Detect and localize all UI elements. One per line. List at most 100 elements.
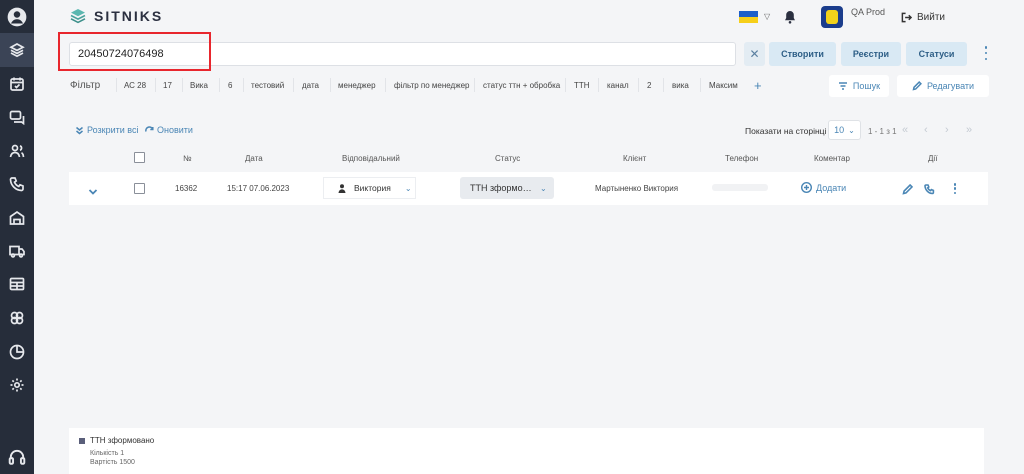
highlight-annotation (58, 32, 211, 71)
filter-chip[interactable]: вика (672, 81, 689, 90)
summary-panel (69, 428, 984, 474)
company-avatar[interactable] (821, 6, 843, 28)
statuses-button[interactable]: Статуси (906, 42, 967, 66)
call-icon[interactable] (924, 182, 935, 200)
clear-search-button[interactable]: ✕ (744, 42, 765, 66)
logout-button[interactable]: Вийти (901, 12, 945, 23)
filter-chip[interactable]: фільтр по менеджер (394, 81, 469, 90)
status-color-swatch (79, 437, 85, 444)
divider (219, 78, 220, 92)
filter-search-label: Пошук (852, 81, 881, 91)
responsible-name: Виктория (354, 183, 391, 193)
add-comment-button[interactable]: Додати (801, 182, 846, 193)
refresh-icon (145, 125, 154, 132)
expand-all-button[interactable]: Розкрити всі (75, 125, 138, 135)
divider (293, 78, 294, 92)
per-page-label: Показати на сторінці (745, 126, 827, 136)
filter-lines-icon (838, 82, 847, 90)
divider (243, 78, 244, 92)
row-checkbox[interactable] (134, 183, 145, 194)
refresh-label: Оновити (157, 125, 193, 135)
calendar-icon[interactable] (0, 67, 34, 101)
summary-status-label: ТТН зформовано (90, 436, 155, 445)
create-button[interactable]: Створити (769, 42, 836, 66)
profile-icon[interactable] (0, 0, 34, 34)
row-more-icon[interactable] (952, 183, 958, 194)
prev-page-icon[interactable]: ‹ (924, 124, 928, 136)
divider (638, 78, 639, 92)
phone-icon[interactable] (0, 167, 34, 201)
summary-status: ТТН зформовано (79, 436, 154, 445)
circles-icon[interactable] (0, 301, 34, 335)
bell-icon[interactable] (784, 10, 796, 24)
logout-icon (901, 12, 912, 23)
filter-search-button[interactable]: Пошук (829, 75, 889, 97)
per-page-value: 10 (834, 125, 845, 135)
filter-chip[interactable]: АС 28 (124, 81, 146, 90)
filter-chip[interactable]: 17 (163, 81, 172, 90)
client-name[interactable]: Мартыненко Виктория (595, 184, 678, 193)
person-icon (338, 183, 346, 193)
truck-icon[interactable] (0, 234, 34, 268)
summary-count: Кількість 1 (90, 450, 125, 457)
filter-chip[interactable]: дата (302, 81, 319, 90)
divider (330, 78, 331, 92)
column-header-client: Клієнт (623, 154, 647, 163)
filter-chip[interactable]: 6 (228, 81, 232, 90)
filter-edit-button[interactable]: Редагувати (897, 75, 989, 97)
settings-icon[interactable] (0, 368, 34, 402)
add-filter-icon[interactable]: + (754, 78, 762, 93)
headset-icon[interactable] (0, 440, 34, 474)
divider (155, 78, 156, 92)
layers-icon[interactable] (0, 33, 34, 67)
divider (565, 78, 566, 92)
divider (182, 78, 183, 92)
double-chevron-down-icon (76, 126, 83, 134)
status-select[interactable]: ТТН зформовано ⌄ (460, 177, 554, 199)
divider (700, 78, 701, 92)
filter-chip[interactable]: Вика (190, 81, 208, 90)
next-page-icon[interactable]: › (945, 124, 949, 136)
filter-chip[interactable]: статус ттн + обробка (483, 81, 560, 90)
plus-circle-icon (801, 182, 812, 193)
language-flag-icon[interactable] (739, 11, 758, 23)
warehouse-icon[interactable] (0, 201, 34, 235)
expand-row-icon[interactable] (88, 183, 98, 201)
logo-text: SITNIKS (94, 8, 164, 24)
page-range: 1 - 1 з 1 (868, 127, 897, 136)
select-all-checkbox[interactable] (134, 152, 145, 163)
chevron-down-icon[interactable]: ▽ (764, 12, 770, 21)
column-header-number: № (183, 154, 192, 163)
logo[interactable]: SITNIKS (70, 8, 163, 24)
column-header-phone: Телефон (725, 154, 759, 163)
phone-redacted (712, 184, 768, 191)
chat-icon[interactable] (0, 100, 34, 134)
divider (385, 78, 386, 92)
edit-row-icon[interactable] (902, 182, 914, 200)
divider (598, 78, 599, 92)
registries-button[interactable]: Реєстри (841, 42, 901, 66)
chevron-down-icon: ⌄ (540, 183, 547, 193)
responsible-select[interactable]: Виктория ⌄ (323, 177, 416, 199)
filter-chip[interactable]: ТТН (574, 81, 590, 90)
column-header-comment: Коментар (814, 154, 850, 163)
sidebar (0, 0, 34, 474)
users-icon[interactable] (0, 134, 34, 168)
status-value: ТТН зформовано (470, 183, 536, 193)
filter-chip[interactable]: канал (607, 81, 629, 90)
first-page-icon[interactable]: « (902, 124, 908, 136)
filter-chip[interactable]: тестовий (251, 81, 284, 90)
filter-chip[interactable]: менеджер (338, 81, 376, 90)
last-page-icon[interactable]: » (966, 124, 972, 136)
chart-pie-icon[interactable] (0, 335, 34, 369)
filter-label: Фільтр (70, 80, 101, 91)
filter-chip[interactable]: Максим (709, 81, 738, 90)
filter-edit-label: Редагувати (926, 81, 975, 91)
table-icon[interactable] (0, 267, 34, 301)
refresh-button[interactable]: Оновити (145, 125, 193, 135)
summary-value: Вартість 1500 (90, 459, 135, 466)
filter-chip[interactable]: 2 (647, 81, 651, 90)
more-options-icon[interactable] (983, 46, 989, 60)
per-page-select[interactable]: 10 ⌄ (828, 120, 861, 140)
order-date: 15:17 07.06.2023 (227, 184, 290, 193)
